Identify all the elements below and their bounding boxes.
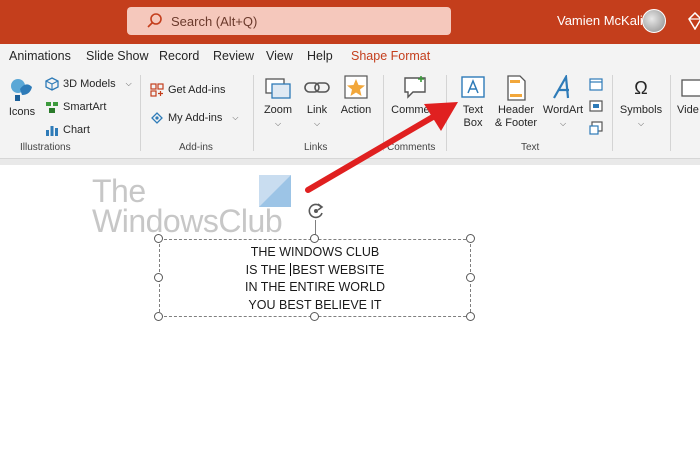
tab-view[interactable]: View [266,49,293,63]
header-footer-button[interactable]: Header & Footer [492,75,540,130]
ribbon-divider [253,75,254,151]
icons-button[interactable]: Icons [6,75,38,119]
link-button[interactable]: Link ⌵ [300,75,334,130]
star-icon [344,75,368,99]
chart-icon [46,126,58,136]
search-icon [147,13,162,28]
text-line: YOU BEST BELIEVE IT [248,297,382,312]
3d-models-button[interactable]: 3D Models ⌵ [45,77,132,91]
3d-models-label: 3D Models [63,78,116,90]
links-group-label: Links [304,142,328,153]
store-icon [150,83,164,97]
link-icon [304,82,330,93]
icons-icon [11,79,32,101]
text-fragment: BEST WEBSITE [292,262,385,277]
ribbon-divider [612,75,613,151]
chevron-down-icon[interactable]: ⌵ [542,117,584,130]
tab-record[interactable]: Record [159,49,199,63]
chart-label: Chart [63,124,90,136]
ribbon-divider [140,75,141,151]
resize-handle-top-left[interactable] [154,234,163,243]
video-button[interactable]: Vide [677,75,700,117]
account-name[interactable]: Vamien McKalin [557,13,650,28]
header-footer-label-1: Header [497,104,535,116]
smartart-button[interactable]: SmartArt [45,100,106,114]
text-group-label: Text [521,142,540,153]
text-line: IS THE BEST WEBSITE [159,262,471,280]
icons-label: Icons [8,106,36,118]
watermark-line-2: WindowsClub [92,203,283,239]
ribbon-tabs: Animations Slide Show Record Review View… [0,44,700,69]
text-box-content[interactable]: THE WINDOWS CLUB IS THE BEST WEBSITE IN … [159,244,471,314]
resize-handle-top-right[interactable] [466,234,475,243]
smartart-label: SmartArt [63,101,107,113]
wordart-label: WordArt [542,104,584,116]
comment-button[interactable]: Comment [387,75,443,117]
text-line: IN THE ENTIRE WORLD [244,280,386,294]
chevron-down-icon[interactable]: ⌵ [259,117,297,130]
header-footer-icon [507,75,526,101]
header-footer-label-2: & Footer [494,117,538,129]
avatar[interactable] [642,9,666,33]
tab-review[interactable]: Review [213,49,254,63]
comments-group-label: Comments [387,142,436,153]
tab-shape-format[interactable]: Shape Format [351,49,430,63]
ribbon: Icons 3D Models ⌵ SmartArt Chart Illustr… [0,69,700,159]
add-ins-group-label: Add-ins [179,142,213,153]
tab-animations[interactable]: Animations [9,49,71,63]
my-add-ins-label: My Add-ins [168,112,223,124]
date-time-icon[interactable] [588,76,604,92]
comment-label: Comment [391,104,439,116]
action-label: Action [340,104,372,116]
resize-handle-top[interactable] [310,234,319,243]
slide-number-icon[interactable] [588,98,604,114]
cube-icon [45,77,59,91]
video-icon [681,79,700,97]
action-button[interactable]: Action [337,75,375,117]
smartart-icon [46,102,58,113]
text-line: THE WINDOWS CLUB [250,245,380,259]
text-fragment: IS THE [245,262,286,277]
ribbon-divider [383,75,384,151]
comment-icon [404,76,426,99]
link-label: Link [306,104,328,116]
zoom-button[interactable]: Zoom ⌵ [259,75,297,130]
add-in-icon [151,112,163,124]
diamond-icon[interactable] [688,12,700,30]
tab-slide-show[interactable]: Slide Show [86,49,149,63]
watermark-logo-icon [259,175,291,207]
wordart-icon [553,75,570,99]
chevron-down-icon[interactable]: ⌵ [126,79,132,89]
illustrations-group-label: Illustrations [20,142,71,153]
omega-icon: Ω [634,78,648,98]
get-add-ins-button[interactable]: Get Add-ins [150,83,225,97]
symbols-button[interactable]: Ω Symbols ⌵ [618,75,664,130]
object-icon[interactable] [588,120,604,136]
symbols-label: Symbols [619,104,663,116]
my-add-ins-button[interactable]: My Add-ins ⌵ [150,111,239,125]
wordart-button[interactable]: WordArt ⌵ [542,75,584,130]
ribbon-divider [670,75,671,151]
title-bar: Search (Alt+Q) Vamien McKalin [0,0,700,44]
get-add-ins-label: Get Add-ins [168,84,226,96]
zoom-icon [265,78,291,99]
chart-button[interactable]: Chart [45,123,90,137]
search-box[interactable]: Search (Alt+Q) [127,7,451,35]
rotate-handle-icon[interactable] [306,201,326,221]
chevron-down-icon[interactable]: ⌵ [618,117,664,130]
chevron-down-icon[interactable]: ⌵ [232,113,238,123]
ribbon-divider [446,75,447,151]
video-label: Vide [677,104,699,116]
search-placeholder: Search (Alt+Q) [171,13,258,29]
zoom-label: Zoom [263,104,293,116]
chevron-down-icon[interactable]: ⌵ [300,117,334,130]
tab-help[interactable]: Help [307,49,333,63]
